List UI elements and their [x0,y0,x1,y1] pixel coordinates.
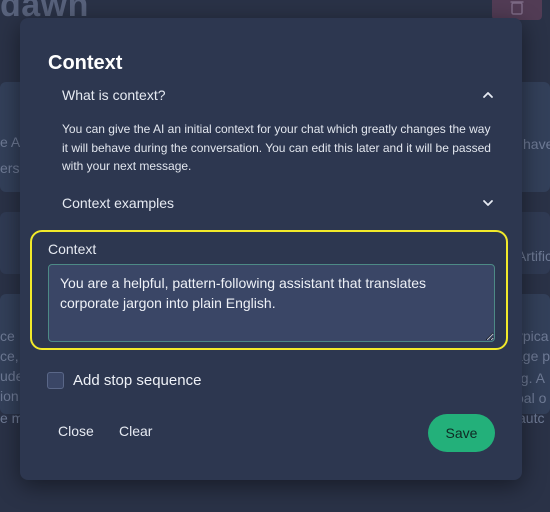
stop-sequence-checkbox[interactable] [47,372,64,389]
accordion-what-is-context[interactable]: What is context? [62,84,494,106]
bg-fragment: ce, [0,348,19,364]
context-textarea[interactable]: You are a helpful, pattern-following ass… [48,264,495,342]
bg-fragment: ers [0,160,20,176]
clear-button[interactable]: Clear [119,423,152,439]
bg-fragment: e A [0,134,21,150]
accordion-context-examples[interactable]: Context examples [62,192,494,214]
accordion-label: Context examples [62,195,175,211]
context-dialog: Context What is context? You can give th… [20,18,522,480]
bg-fragment: ion [0,388,19,404]
chevron-up-icon [482,91,494,99]
close-button[interactable]: Close [58,423,94,439]
accordion-body-text: You can give the AI an initial context f… [62,122,491,173]
dialog-title: Context [48,52,123,74]
stop-sequence-toggle[interactable]: Add stop sequence [47,372,201,389]
context-field-label: Context [48,241,97,257]
trash-icon [510,0,524,15]
bg-fragment: have [523,136,550,152]
bg-fragment: ce [0,328,15,344]
chevron-down-icon [482,199,494,207]
stop-sequence-label: Add stop sequence [73,372,202,389]
save-button[interactable]: Save [428,414,495,452]
accordion-label: What is context? [62,87,166,103]
trash-button[interactable] [492,0,542,20]
